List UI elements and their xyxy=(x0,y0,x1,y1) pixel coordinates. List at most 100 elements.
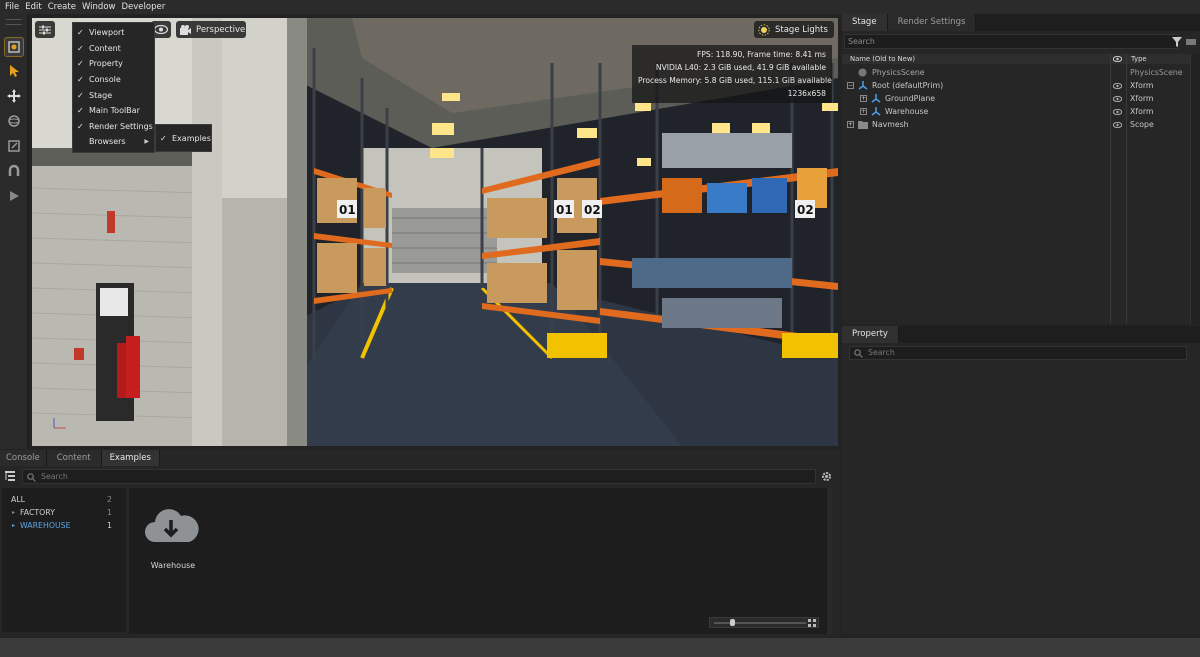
category-all[interactable]: ALL 2 xyxy=(2,493,126,506)
status-bar xyxy=(0,638,1200,657)
play-button[interactable] xyxy=(4,186,24,206)
xform-icon xyxy=(871,107,881,116)
search-icon xyxy=(854,349,863,358)
submenu-arrow-icon: ▶ xyxy=(144,138,149,146)
snap-tool-button[interactable] xyxy=(4,161,24,181)
stage-lights-label: Stage Lights xyxy=(775,24,828,35)
menu-file[interactable]: File xyxy=(5,2,19,12)
rotate-icon xyxy=(8,115,20,127)
camera-label: Perspective xyxy=(196,24,246,35)
example-label: Warehouse xyxy=(150,561,196,570)
column-name-header[interactable]: Name (Old to New) xyxy=(850,55,915,63)
check-icon: ✓ xyxy=(77,59,84,69)
menu-item-stage[interactable]: ✓ Stage xyxy=(73,87,154,103)
browsers-submenu: ✓ Examples xyxy=(155,124,212,152)
visibility-eye-icon[interactable] xyxy=(1113,109,1122,115)
menu-edit[interactable]: Edit xyxy=(25,2,41,12)
gpu-memory-stat: NVIDIA L40: 2.3 GiB used, 41.9 GiB avail… xyxy=(655,63,826,72)
move-tool-button[interactable] xyxy=(4,86,24,106)
menu-item-main-toolbar[interactable]: ✓ Main ToolBar xyxy=(73,103,154,119)
process-memory-stat: Process Memory: 5.8 GiB used, 115.1 GiB … xyxy=(638,76,832,85)
menu-item-browsers[interactable]: Browsers ▶ xyxy=(73,134,154,150)
stats-overlay: FPS: 118.90, Frame time: 8.41 ms NVIDIA … xyxy=(632,45,832,103)
bottom-panel: Console Content Examples Search ALL 2 ▸ … xyxy=(0,450,840,637)
options-icon[interactable] xyxy=(1186,39,1196,45)
rack-label-1: 01 xyxy=(339,203,356,217)
eye-icon xyxy=(154,25,168,34)
move-arrows-icon xyxy=(7,89,21,103)
filter-icon[interactable] xyxy=(1172,37,1182,47)
menu-item-examples[interactable]: Examples xyxy=(172,134,211,143)
tree-row-groundplane[interactable]: + GroundPlane Xform xyxy=(842,92,1190,105)
tree-row-physicsscene[interactable]: PhysicsScene PhysicsScene xyxy=(842,66,1190,79)
fps-stat: FPS: 118.90, Frame time: 8.41 ms xyxy=(696,50,826,59)
expand-arrow-icon[interactable]: ▸ xyxy=(12,506,15,519)
tree-row-navmesh[interactable]: + Navmesh Scope xyxy=(842,118,1190,131)
expand-arrow-icon[interactable]: ▸ xyxy=(12,519,15,532)
examples-search-input[interactable]: Search xyxy=(22,469,816,484)
stage-search-input[interactable]: Search xyxy=(844,34,1178,49)
menu-item-console[interactable]: ✓ Console xyxy=(73,72,154,88)
xform-icon xyxy=(858,81,868,90)
tree-view-icon[interactable] xyxy=(5,471,15,481)
search-icon xyxy=(27,473,36,482)
expand-icon[interactable]: + xyxy=(860,108,867,115)
tab-console[interactable]: Console xyxy=(0,450,47,466)
examples-grid: Warehouse xyxy=(129,488,832,634)
category-warehouse[interactable]: ▸ WAREHOUSE 1 xyxy=(2,519,126,532)
stage-panel: Stage Render Settings Search Name (Old t… xyxy=(842,14,1200,324)
expand-icon[interactable]: + xyxy=(860,95,867,102)
property-panel: Property Search xyxy=(842,326,1200,634)
viewport-settings-button[interactable] xyxy=(35,21,55,38)
resolution-stat: 1236x658 xyxy=(787,89,826,98)
visibility-eye-icon[interactable] xyxy=(1113,83,1122,89)
scale-tool-button[interactable] xyxy=(4,136,24,156)
check-icon: ✓ xyxy=(77,28,84,38)
tree-row-warehouse[interactable]: + Warehouse Xform xyxy=(842,105,1190,118)
tab-examples[interactable]: Examples xyxy=(101,450,160,466)
snap-select-button[interactable] xyxy=(4,37,24,57)
visibility-eye-icon[interactable] xyxy=(1113,122,1122,128)
tab-stage[interactable]: Stage xyxy=(842,14,888,31)
main-toolbar xyxy=(0,14,28,449)
slider-handle[interactable] xyxy=(730,619,735,626)
cloud-download-icon xyxy=(145,509,199,542)
category-factory[interactable]: ▸ FACTORY 1 xyxy=(2,506,126,519)
examples-scrollbar[interactable] xyxy=(827,488,832,634)
menu-item-render-settings[interactable]: ✓ Render Settings xyxy=(73,119,154,135)
menu-create[interactable]: Create xyxy=(48,2,76,12)
tab-property[interactable]: Property xyxy=(842,326,899,343)
select-mode-icon xyxy=(8,41,20,53)
tree-row-root[interactable]: − Root (defaultPrim) Xform xyxy=(842,79,1190,92)
visibility-eye-icon[interactable] xyxy=(1113,96,1122,102)
collapse-icon[interactable]: − xyxy=(847,82,854,89)
tab-content[interactable]: Content xyxy=(46,450,102,466)
cursor-arrow-icon xyxy=(10,65,19,77)
menu-item-content[interactable]: ✓ Content xyxy=(73,41,154,57)
column-type-header[interactable]: Type xyxy=(1131,55,1147,63)
stage-lights-button[interactable]: Stage Lights xyxy=(754,21,834,38)
check-icon: ✓ xyxy=(77,90,84,100)
physics-scene-icon xyxy=(858,68,867,77)
example-card-warehouse[interactable]: Warehouse xyxy=(141,506,205,586)
menu-window[interactable]: Window xyxy=(82,2,116,12)
stage-header-row: Name (Old to New) Type xyxy=(842,54,1190,64)
stage-scrollbar[interactable] xyxy=(1190,54,1200,324)
menu-developer[interactable]: Developer xyxy=(121,2,165,12)
magnet-icon xyxy=(8,164,20,176)
thumbnail-size-slider[interactable] xyxy=(709,617,819,628)
check-icon: ✓ xyxy=(77,121,84,131)
scale-icon xyxy=(8,140,20,152)
tab-render-settings[interactable]: Render Settings xyxy=(887,14,977,31)
select-tool-button[interactable] xyxy=(4,61,24,81)
camera-button[interactable]: Perspective xyxy=(176,21,246,38)
menu-item-property[interactable]: ✓ Property xyxy=(73,56,154,72)
gear-icon[interactable] xyxy=(821,471,832,482)
menu-item-viewport[interactable]: ✓ Viewport xyxy=(73,25,154,41)
menu-bar: File Edit Create Window Developer xyxy=(0,0,1200,14)
toolbar-grip[interactable] xyxy=(6,19,22,25)
expand-icon[interactable]: + xyxy=(847,121,854,128)
grid-view-icon[interactable] xyxy=(808,619,816,627)
property-search-input[interactable]: Search xyxy=(849,346,1187,360)
rotate-tool-button[interactable] xyxy=(4,111,24,131)
